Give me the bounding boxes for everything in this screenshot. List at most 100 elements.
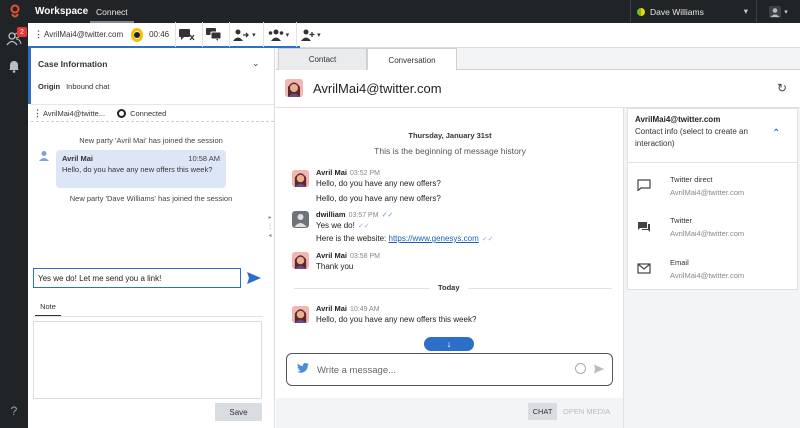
party-row[interactable]: ⋮ AvrilMai4@twitte... Connected [31, 104, 274, 122]
divider [627, 162, 798, 163]
contact-item-type[interactable]: Twitter [670, 216, 692, 225]
chat-status-icon [131, 27, 144, 42]
contact-item-value[interactable]: AvrilMai4@twitter.com [670, 271, 744, 280]
message-text: Yes we do! ✓✓ [316, 221, 370, 230]
history-start: This is the beginning of message history [374, 146, 526, 156]
avatar [292, 252, 309, 269]
interaction-party: AvrilMai4@twitter.com [44, 30, 124, 39]
origin-row: Origin Inbound chat [38, 82, 109, 91]
end-chat-button[interactable] [175, 22, 198, 47]
message-sender: Avril Mai 03:58 PM [316, 251, 380, 260]
connected-icon [117, 108, 127, 118]
transfer-chat-button[interactable] [202, 22, 225, 47]
tab-conversation[interactable]: Conversation [367, 48, 457, 71]
chat-media-button[interactable]: CHAT [528, 403, 557, 420]
message-line: Here is the website: [316, 234, 387, 243]
app-title: Workspace [35, 6, 89, 17]
save-button[interactable]: Save [215, 403, 262, 421]
avatar-icon [769, 5, 782, 18]
user-avatar-menu[interactable]: ▾ [756, 0, 800, 23]
contact-title: AvrilMai4@twitter.com [635, 115, 721, 124]
message-sender: dwilliam 03:57 PM ✓✓ [316, 210, 393, 219]
message-text: Thank you [316, 262, 354, 271]
consult-icon [301, 29, 315, 41]
message-text: Hello, do you have any new offers? [316, 194, 441, 203]
agent-avatar [292, 211, 309, 228]
message-placeholder: Write a message... [317, 365, 397, 376]
contact-item-type[interactable]: Email [670, 258, 689, 267]
divider [33, 316, 263, 317]
message-text: Hello, do you have any new offers? [316, 179, 441, 188]
chevron-down-icon[interactable]: ⌄ [252, 58, 260, 69]
avatar [285, 79, 303, 97]
nav-tab-connect[interactable]: Connect [90, 0, 134, 23]
system-message: New party 'Avril Mai' has joined the ses… [79, 136, 223, 145]
message-input[interactable]: Write a message... [286, 353, 613, 386]
send-icon[interactable] [593, 363, 605, 377]
sender-name: dwilliam [316, 210, 346, 219]
message-time: 03:52 PM [349, 170, 380, 177]
case-information-section [28, 48, 274, 104]
sender-name: Avril Mai [316, 168, 347, 177]
left-rail [0, 23, 28, 428]
bubble-time: 10:58 AM [188, 154, 220, 163]
origin-value: Inbound chat [66, 82, 110, 91]
send-icon [247, 272, 261, 284]
website-link[interactable]: https://www.genesys.com [389, 234, 479, 243]
help-button[interactable]: ? [0, 404, 28, 418]
chat-compose-input[interactable]: Yes we do! Let me send you a link! [33, 268, 241, 288]
today-separator: Today [430, 283, 468, 292]
emoji-icon[interactable] [575, 363, 586, 374]
tab-contact[interactable]: Contact [278, 48, 367, 70]
delivered-check-icon: ✓✓ [481, 236, 494, 243]
avatar [292, 170, 309, 187]
system-message: New party 'Dave Williams' has joined the… [69, 194, 233, 203]
message-sender: Avril Mai 10:49 AM [316, 304, 380, 313]
status-indicator-icon [637, 7, 645, 16]
open-media-button[interactable]: OPEN MEDIA [563, 407, 610, 416]
day-separator: Thursday, January 31st [408, 131, 492, 140]
origin-label: Origin [38, 82, 61, 91]
transfer-button[interactable]: ▾ [229, 22, 259, 47]
bubble-text: Hello, do you have any new offers this w… [62, 165, 213, 174]
twitter-icon [297, 362, 309, 375]
send-button[interactable] [246, 270, 262, 286]
message-time: 03:58 PM [349, 253, 380, 260]
scroll-to-bottom-button[interactable]: ↓ [424, 337, 474, 351]
chevron-down-icon: ▾ [317, 31, 321, 39]
notifications-rail-button[interactable] [0, 53, 28, 79]
note-tab[interactable]: Note [35, 302, 61, 317]
conference-button[interactable]: ▾ [262, 22, 293, 47]
message-text: Hello, do you have any new offers this w… [316, 315, 477, 324]
refresh-icon[interactable]: ↻ [777, 81, 787, 95]
contact-subtitle: Contact info (select to create an intera… [635, 127, 748, 148]
note-textarea[interactable] [33, 321, 262, 399]
conversation-title: AvrilMai4@twitter.com [313, 81, 442, 96]
contact-item-value[interactable]: AvrilMai4@twitter.com [670, 229, 744, 238]
interaction-bar[interactable]: ⋮ AvrilMai4@twitter.com 00:46 ▾ ▾ ▾ [28, 22, 321, 48]
person-transfer-icon [233, 29, 250, 41]
delivered-check-icon: ✓✓ [357, 223, 370, 230]
message-text: Here is the website: https://www.genesys… [316, 234, 494, 243]
conference-icon [268, 29, 283, 41]
chevron-up-icon[interactable]: ⌃ [772, 128, 780, 139]
contact-item-type[interactable]: Twitter direct [670, 175, 713, 184]
kebab-menu-icon[interactable]: ⋮ [34, 29, 43, 40]
consult-button[interactable]: ▾ [296, 22, 324, 47]
kebab-menu-icon[interactable]: ⋮ [33, 108, 42, 119]
chat-bubble: Avril Mai 10:58 AM Hello, do you have an… [56, 150, 226, 188]
party-status: Connected [130, 108, 167, 118]
sender-name: Avril Mai [316, 251, 347, 260]
case-information-title: Case Information [38, 59, 108, 69]
contact-item-value[interactable]: AvrilMai4@twitter.com [670, 188, 744, 197]
chevron-down-icon: ▾ [743, 6, 748, 16]
chevron-down-icon: ▾ [252, 31, 256, 39]
chevron-down-icon: ▾ [285, 31, 290, 39]
user-status-menu[interactable]: Dave Williams ▾ [630, 0, 754, 23]
panel-splitter[interactable]: ▸ ⋮ ◂ [266, 214, 274, 254]
notification-badge: 2 [17, 27, 27, 37]
bell-icon [9, 61, 19, 73]
email-icon [637, 263, 651, 275]
delivered-check-icon: ✓✓ [381, 212, 394, 219]
genesys-logo-icon [0, 0, 30, 23]
